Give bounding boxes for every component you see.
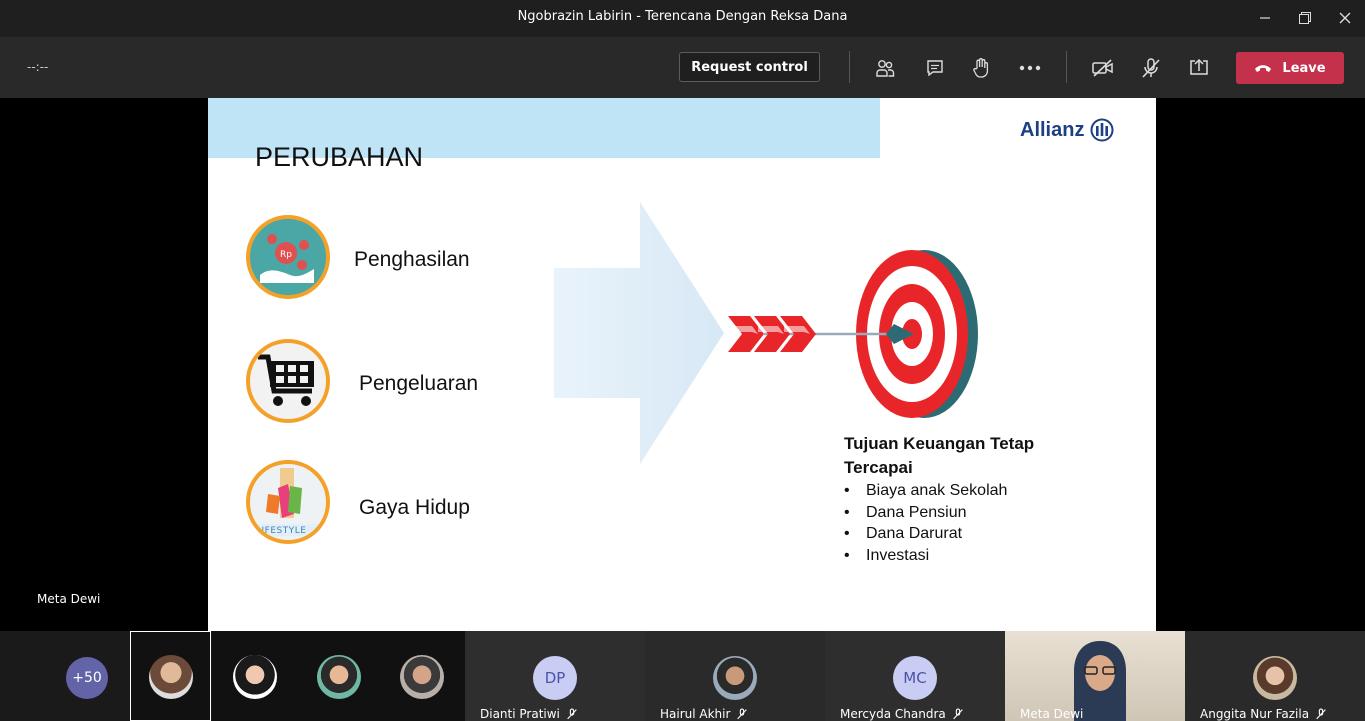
avatar <box>400 655 444 699</box>
participant-name-text: Mercyda Chandra <box>840 707 946 721</box>
participant-tile[interactable]: DP Dianti Pratiwi <box>465 631 645 721</box>
presenter-caption: Meta Dewi <box>37 592 101 606</box>
initials-avatar: DP <box>533 656 577 700</box>
title-bar: Ngobrazin Labirin - Terencana Dengan Rek… <box>0 0 1365 37</box>
overflow-tile[interactable]: +50 <box>0 631 130 721</box>
lifestyle-badge: LIFESTYLE <box>256 526 307 536</box>
restore-icon <box>1299 12 1311 24</box>
avatar <box>233 655 277 699</box>
item-label-lifestyle: Gaya Hidup <box>359 496 470 519</box>
video-tile[interactable] <box>130 631 211 721</box>
meeting-toolbar: --:-- Request control Leave <box>0 37 1365 98</box>
share-icon <box>1190 58 1208 75</box>
participant-tile[interactable]: Anggita Nur Fazila <box>1185 631 1365 721</box>
participant-name: Meta Dewi <box>1020 707 1083 721</box>
participant-tile[interactable]: Hairul Akhir <box>645 631 825 721</box>
window-title: Ngobrazin Labirin - Terencana Dengan Rek… <box>517 9 848 24</box>
goal-item: Biaya anak Sekolah <box>844 480 1007 502</box>
minimize-button[interactable] <box>1251 6 1279 30</box>
presentation-slide: PERUBAHAN Allianz Rp Penghasilan Pengelu… <box>208 98 1156 631</box>
participant-strip: +50 DP Dianti Pratiwi Hairul Akhir MC Me… <box>0 631 1365 721</box>
raise-hand-button[interactable] <box>968 55 994 81</box>
svg-text:Rp: Rp <box>280 250 292 260</box>
shopping-cart-icon <box>246 339 330 423</box>
participant-tile[interactable]: MC Mercyda Chandra <box>825 631 1005 721</box>
avatar <box>149 655 193 699</box>
overflow-count[interactable]: +50 <box>66 657 108 699</box>
big-arrow-graphic <box>554 202 724 464</box>
item-label-income: Penghasilan <box>354 248 470 271</box>
participant-name-text: Anggita Nur Fazila <box>1200 707 1310 721</box>
lifestyle-icon: LIFESTYLE <box>246 460 330 544</box>
toolbar-divider <box>1066 51 1067 83</box>
allianz-logo: Allianz <box>1020 118 1114 142</box>
leave-button[interactable]: Leave <box>1236 52 1344 84</box>
chat-button[interactable] <box>922 55 948 81</box>
mic-off-icon <box>1142 58 1160 78</box>
chat-icon <box>927 60 943 77</box>
allianz-emblem-icon <box>1090 118 1114 142</box>
participants-button[interactable] <box>872 55 898 81</box>
initials-avatar: MC <box>893 656 937 700</box>
avatar <box>713 656 757 700</box>
raise-hand-icon <box>973 58 989 78</box>
avatar <box>317 655 361 699</box>
phone-hangup-icon <box>1255 65 1272 72</box>
leave-label: Leave <box>1282 60 1326 76</box>
meeting-timer: --:-- <box>27 60 49 74</box>
participant-name: Anggita Nur Fazila <box>1200 707 1327 721</box>
minimize-icon <box>1260 17 1270 19</box>
goal-item: Dana Pensiun <box>844 502 1007 524</box>
participant-name: Mercyda Chandra <box>840 707 964 721</box>
goal-item: Dana Darurat <box>844 523 1007 545</box>
participant-name: Dianti Pratiwi <box>480 707 578 721</box>
goal-list: Biaya anak Sekolah Dana Pensiun Dana Dar… <box>844 480 1007 566</box>
request-control-button[interactable]: Request control <box>679 52 820 82</box>
mic-off-icon <box>952 708 963 720</box>
mic-off-icon <box>1316 708 1326 720</box>
avatar <box>1253 656 1297 700</box>
participant-name-text: Hairul Akhir <box>660 707 731 721</box>
video-tiles-group[interactable] <box>212 631 465 721</box>
camera-off-icon <box>1092 59 1113 77</box>
participant-name: Hairul Akhir <box>660 707 748 721</box>
income-icon: Rp <box>246 215 330 299</box>
people-icon <box>876 60 895 77</box>
mic-off-icon <box>567 708 577 720</box>
more-actions-button[interactable] <box>1017 55 1043 81</box>
logo-text: Allianz <box>1020 118 1085 141</box>
slide-title: PERUBAHAN <box>255 142 424 172</box>
goal-item: Investasi <box>844 545 1007 567</box>
participant-video-tile[interactable]: Meta Dewi <box>1005 631 1185 721</box>
goal-heading: Tujuan Keuangan Tetap Tercapai <box>844 434 1035 477</box>
target-arrow-graphic <box>728 250 978 418</box>
share-screen-button[interactable] <box>1186 55 1212 81</box>
more-icon <box>1019 65 1041 71</box>
mic-toggle[interactable] <box>1138 55 1164 81</box>
camera-toggle[interactable] <box>1090 55 1116 81</box>
item-label-expense: Pengeluaran <box>359 372 479 395</box>
participant-name-text: Meta Dewi <box>1020 707 1084 721</box>
maximize-button[interactable] <box>1291 6 1319 30</box>
mic-off-icon <box>737 708 748 720</box>
toolbar-divider <box>849 51 850 83</box>
close-button[interactable] <box>1331 6 1359 30</box>
participant-name-text: Dianti Pratiwi <box>480 707 560 721</box>
close-icon <box>1339 12 1351 24</box>
